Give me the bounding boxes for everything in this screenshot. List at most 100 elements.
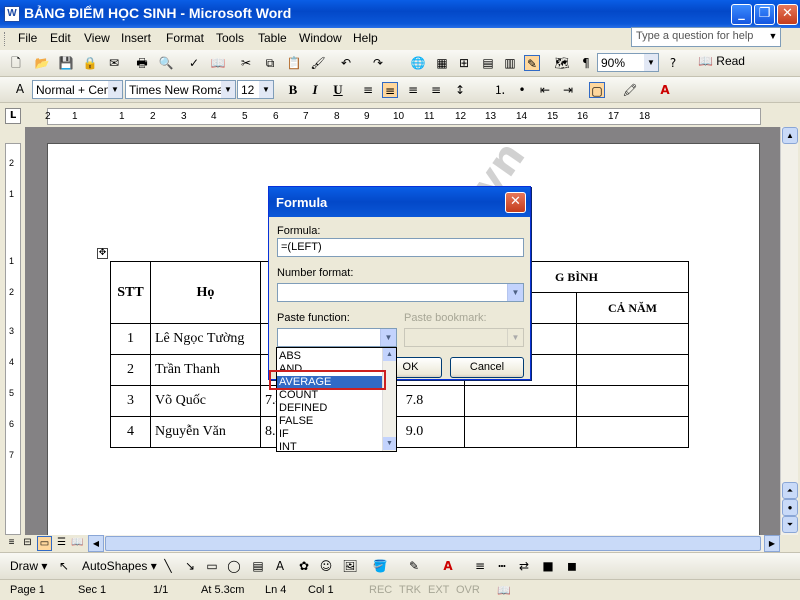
diagram-icon[interactable]: ✿ [296,558,312,574]
browse-object-icon[interactable]: ● [782,499,798,516]
numbering-icon[interactable]: ⒈ [492,82,508,98]
wordart-icon[interactable]: A [272,558,288,574]
show-hide-icon[interactable]: ¶ [578,55,594,71]
cell-stt[interactable]: 2 [110,354,151,386]
borders-icon[interactable]: ▢ [589,82,605,98]
line-style-icon[interactable]: ≡ [472,558,488,574]
chevron-down-icon[interactable]: ▼ [380,329,396,346]
menu-insert[interactable]: Insert [121,31,151,45]
paste-function-list[interactable]: ABS AND AVERAGE COUNT DEFINED FALSE IF I… [276,347,397,452]
web-layout-icon[interactable]: ⊟ [20,536,35,551]
menubar-gripper[interactable] [4,32,7,46]
status-rec[interactable]: REC [369,584,392,596]
menu-file[interactable]: File [18,31,37,45]
scroll-down-icon[interactable]: ▼ [383,437,396,450]
menu-view[interactable]: View [84,31,110,45]
autoshapes-menu-button[interactable]: AutoShapes ▾ [82,559,157,573]
menu-window[interactable]: Window [299,31,342,45]
function-option[interactable]: IF [277,428,383,441]
chevron-down-icon[interactable]: ▼ [765,27,781,47]
columns-icon[interactable]: ▥ [502,55,518,71]
table-move-handle-icon[interactable]: ✥ [97,248,108,259]
cancel-button[interactable]: Cancel [450,357,524,378]
dialog-close-icon[interactable]: ✕ [505,192,526,213]
dash-style-icon[interactable]: ┅ [494,558,510,574]
email-icon[interactable]: ✉ [106,55,122,71]
redo-icon[interactable]: ↷ [370,55,386,71]
print-preview-icon[interactable]: 🔍 [158,55,174,71]
menu-table[interactable]: Table [258,31,287,45]
vertical-scrollbar[interactable]: ▲ ⏶ ● ⏷ [780,127,798,535]
clip-art-icon[interactable]: ☺ [318,558,334,574]
arrow-icon[interactable]: ↘ [182,558,198,574]
3d-style-icon[interactable]: ◼ [564,558,580,574]
italic-icon[interactable]: I [307,82,323,98]
horizontal-ruler[interactable]: 2 1 1 2 3 4 5 6 7 8 9 10 11 12 13 14 15 … [45,108,761,125]
copy-icon[interactable]: ⧉ [262,55,278,71]
outline-view-icon[interactable]: ☰ [54,536,69,551]
rectangle-icon[interactable]: ▭ [204,558,220,574]
line-spacing-icon[interactable]: ↕ [452,82,468,98]
scroll-right-icon[interactable]: ▶ [764,535,780,552]
chevron-down-icon[interactable]: ▼ [108,81,122,98]
insert-excel-icon[interactable]: ▤ [480,55,496,71]
line-icon[interactable]: ╲ [160,558,176,574]
minimize-button[interactable]: _ [731,4,752,25]
save-icon[interactable]: 💾 [58,55,74,71]
cell-stt[interactable]: 3 [110,385,151,417]
bold-icon[interactable]: B [285,82,301,98]
function-option[interactable]: FALSE [277,415,383,428]
horizontal-scroll-thumb[interactable] [105,536,761,551]
scroll-left-icon[interactable]: ◀ [88,535,104,552]
tab-selector-icon[interactable]: L [5,108,21,124]
justify-icon[interactable]: ≡ [428,82,444,98]
word-app-icon[interactable]: W [4,6,20,22]
cell-ho[interactable]: Lê Ngọc Tường [150,323,261,355]
new-document-icon[interactable]: 🗋 [8,55,24,71]
close-window-button[interactable]: ✕ [777,4,798,25]
restore-button[interactable]: ❐ [754,4,775,25]
chevron-down-icon[interactable]: ▼ [644,54,658,71]
shadow-style-icon[interactable]: ■ [540,558,556,574]
normal-view-icon[interactable]: ≡ [4,536,19,551]
function-option[interactable]: DEFINED [277,402,383,415]
cell-ho[interactable]: Nguyễn Văn [150,416,261,448]
open-folder-icon[interactable]: 📂 [34,55,50,71]
paste-function-select[interactable]: ▼ [277,328,397,347]
font-combo[interactable]: Times New Roman ▼ [125,80,236,99]
number-format-select[interactable]: ▼ [277,283,524,302]
format-painter-icon[interactable]: 🖌 [310,55,326,71]
menu-help[interactable]: Help [353,31,378,45]
drawing-icon[interactable]: ✎ [524,55,540,71]
paste-icon[interactable]: 📋 [286,55,302,71]
picture-icon[interactable]: 🖼 [342,558,358,574]
cell-ho[interactable]: Trần Thanh [150,354,261,386]
cell-empty[interactable] [464,385,577,417]
insert-table-icon[interactable]: ⊞ [456,55,472,71]
next-page-icon[interactable]: ⏷ [782,516,798,533]
scroll-up-icon[interactable]: ▲ [782,127,798,144]
cell-empty[interactable] [576,385,689,417]
header-ca-nam[interactable]: CẢ NĂM [576,292,689,324]
ask-question-box[interactable]: Type a question for help ▼ [631,27,781,47]
document-map-icon[interactable]: 🗺 [554,55,570,71]
increase-indent-icon[interactable]: ⇥ [560,82,576,98]
header-stt[interactable]: STT [110,261,151,324]
scroll-up-icon[interactable]: ▲ [383,348,396,361]
function-option[interactable]: COUNT [277,389,383,402]
cell-stt[interactable]: 4 [110,416,151,448]
oval-icon[interactable]: ◯ [226,558,242,574]
text-box-icon[interactable]: ▤ [250,558,266,574]
tables-borders-icon[interactable]: ▦ [434,55,450,71]
font-color-icon[interactable]: A [440,558,456,574]
formula-input[interactable]: =(LEFT) [277,238,524,257]
underline-icon[interactable]: U [330,82,346,98]
function-list-scrollbar[interactable]: ▲ ▼ [382,348,396,451]
read-button[interactable]: 📖 Read [698,54,745,68]
chevron-down-icon[interactable]: ▼ [221,81,235,98]
menu-edit[interactable]: Edit [50,31,71,45]
cut-icon[interactable]: ✂ [238,55,254,71]
undo-icon[interactable]: ↶ [338,55,354,71]
permission-icon[interactable]: 🔒 [82,55,98,71]
cell-stt[interactable]: 1 [110,323,151,355]
